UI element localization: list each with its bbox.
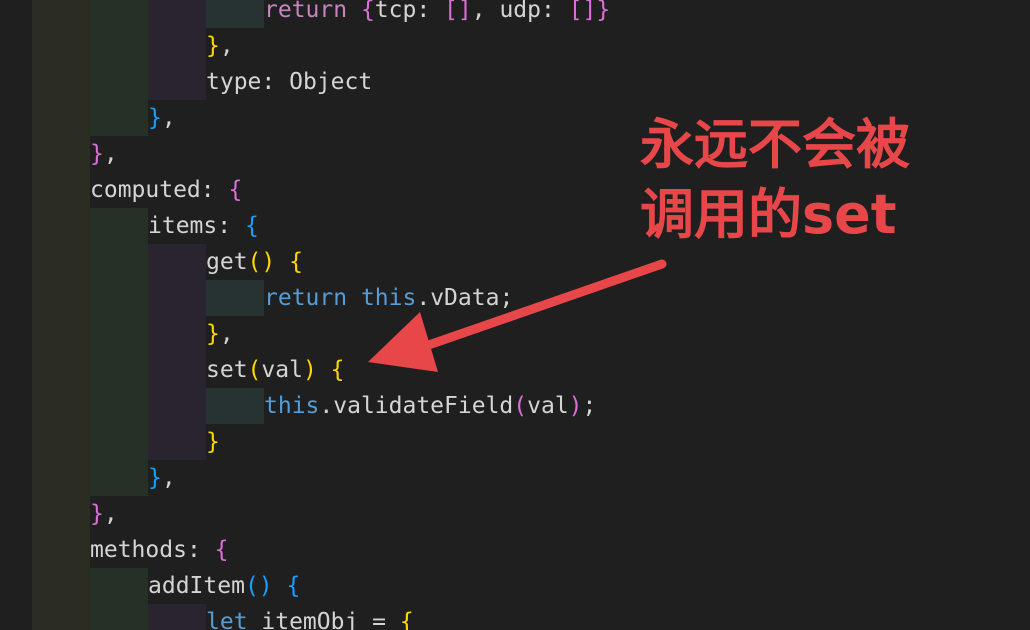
annotation-line-1: 永远不会被 [640,113,910,176]
annotation-arrow [368,259,667,372]
annotation-text: 永远不会被 调用的set [640,110,1000,250]
annotation-line-2: 调用的set [640,183,897,246]
code-editor[interactable]: return {tcp: [], udp: []}}, type: Object}… [0,0,1030,630]
arrow-shaft [415,259,667,353]
arrow-head [368,312,438,372]
